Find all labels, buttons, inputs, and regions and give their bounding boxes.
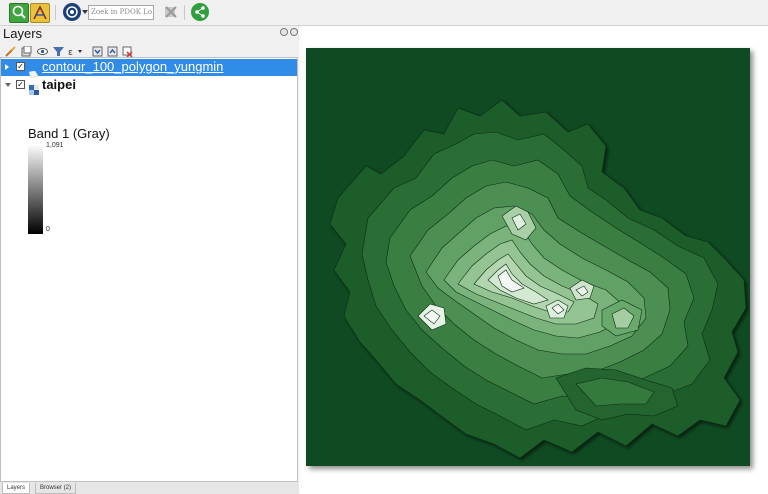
layer-row-contour[interactable]: ✓ contour_100_polygon_yungmin [1, 59, 297, 79]
remove-icon[interactable] [162, 3, 180, 21]
add-group-icon[interactable] [21, 42, 32, 57]
layer-tree: ✓ contour_100_polygon_yungmin ✓ taipei B… [0, 57, 298, 482]
gray-ramp-legend [28, 144, 43, 234]
close-panel-icon[interactable] [290, 28, 298, 36]
expand-arrow-icon[interactable] [5, 64, 9, 70]
expand-all-icon[interactable] [92, 42, 103, 57]
map-canvas[interactable] [302, 26, 768, 494]
measure-icon[interactable] [30, 3, 50, 23]
pdok-search-input[interactable]: Zoek in PDOK Lo… [88, 5, 154, 20]
terrain-contour-map[interactable] [306, 48, 750, 466]
layer-name: contour_100_polygon_yungmin [42, 59, 224, 74]
float-panel-icon[interactable] [280, 28, 288, 36]
remove-layer-icon[interactable] [122, 42, 133, 58]
band-label: Band 1 (Gray) [28, 126, 110, 141]
contour-map-image [306, 48, 750, 466]
main-toolbar: Zoek in PDOK Lo… [0, 0, 768, 26]
collapse-all-icon[interactable] [107, 42, 118, 57]
polygon-layer-icon [28, 63, 39, 79]
layers-panel: Layers ε ✓ contour_100_polygon_yungmin ✓… [0, 26, 299, 482]
raster-layer-icon [29, 80, 39, 95]
tab-layers[interactable]: Layers [2, 483, 31, 494]
expression-filter-icon[interactable]: ε [68, 42, 84, 58]
collapse-arrow-icon[interactable] [5, 83, 11, 87]
filter-icon[interactable] [53, 42, 64, 56]
tab-browser[interactable]: Browser (2) [35, 483, 77, 494]
legend-min-label: 0 [46, 226, 50, 233]
panel-title: Layers [3, 26, 43, 41]
layer-row-taipei[interactable]: ✓ taipei [1, 77, 297, 95]
bottom-tab-bar: Layers Browser (2) [0, 482, 299, 494]
share-icon[interactable] [191, 3, 209, 21]
visibility-eye-icon[interactable] [37, 42, 48, 55]
locate-search-icon[interactable] [9, 3, 29, 23]
layer-visibility-checkbox[interactable]: ✓ [16, 62, 25, 71]
style-brush-icon[interactable] [5, 42, 16, 57]
pdok-icon[interactable] [63, 3, 81, 21]
layer-visibility-checkbox[interactable]: ✓ [16, 80, 25, 89]
layer-name: taipei [42, 77, 76, 92]
svg-text:ε: ε [68, 48, 73, 57]
legend-max-label: 1,091 [46, 142, 64, 149]
